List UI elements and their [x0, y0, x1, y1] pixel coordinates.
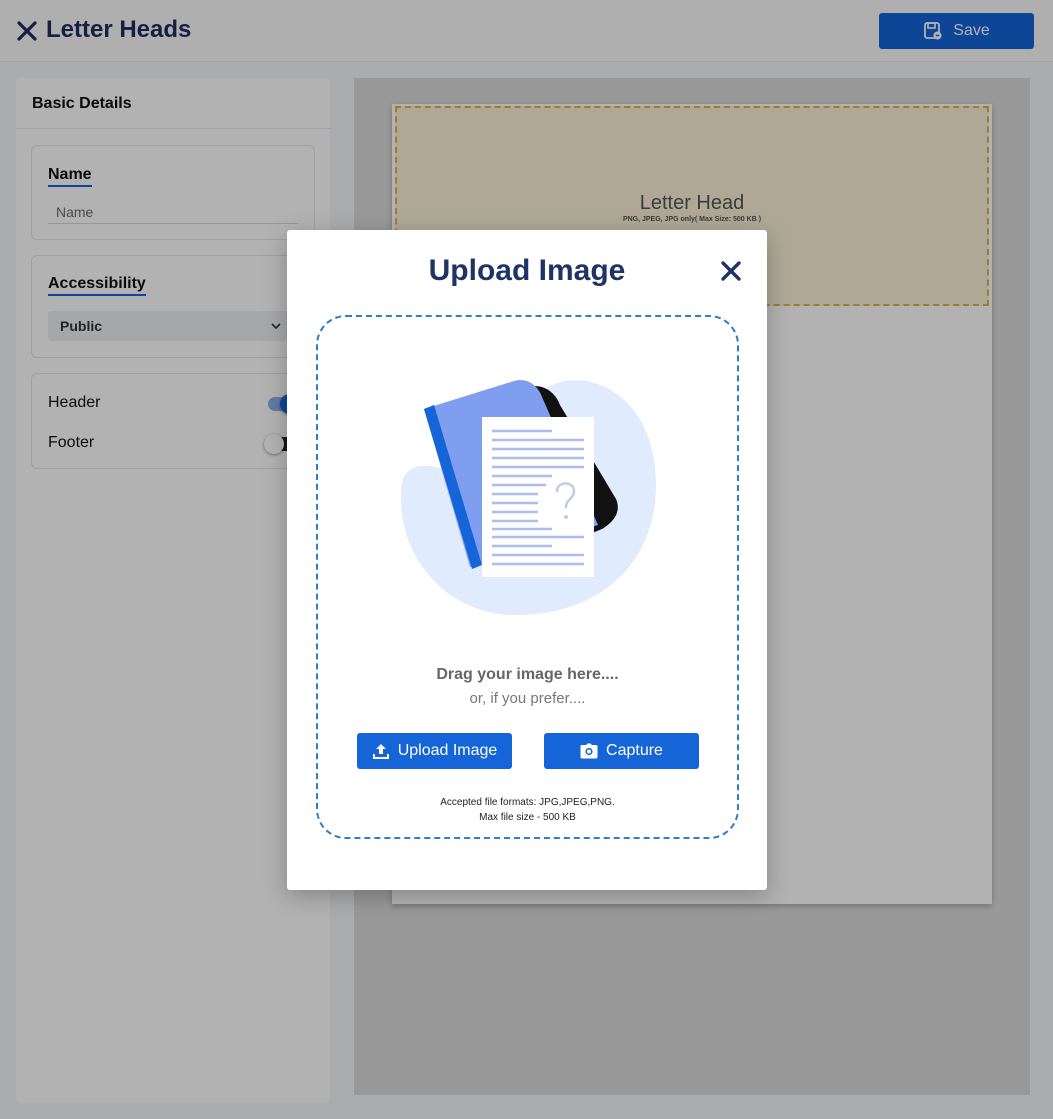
- upload-image-button-label: Upload Image: [397, 742, 498, 759]
- upload-icon: [372, 744, 389, 759]
- document-illustration: [400, 379, 656, 615]
- image-dropzone[interactable]: Drag your image here.... or, if you pref…: [316, 315, 739, 839]
- drag-instruction: Drag your image here....: [436, 666, 619, 683]
- accepted-formats: Accepted file formats: JPG,JPEG,PNG.: [440, 797, 615, 808]
- app-root: Letter Heads Save Basic Details Name Acc…: [0, 0, 1053, 1119]
- camera-icon: [580, 743, 598, 759]
- max-file-size: Max file size - 500 KB: [479, 812, 576, 823]
- upload-image-modal: Upload Image Drag your image here.... or…: [287, 230, 767, 890]
- capture-button[interactable]: Capture: [544, 733, 699, 769]
- or-text: or, if you prefer....: [469, 690, 586, 707]
- upload-image-button[interactable]: Upload Image: [357, 733, 512, 769]
- file-format-info: Accepted file formats: JPG,JPEG,PNG. Max…: [318, 795, 737, 825]
- modal-title: Upload Image: [428, 254, 626, 287]
- capture-button-label: Capture: [606, 742, 663, 759]
- close-icon[interactable]: [720, 260, 742, 282]
